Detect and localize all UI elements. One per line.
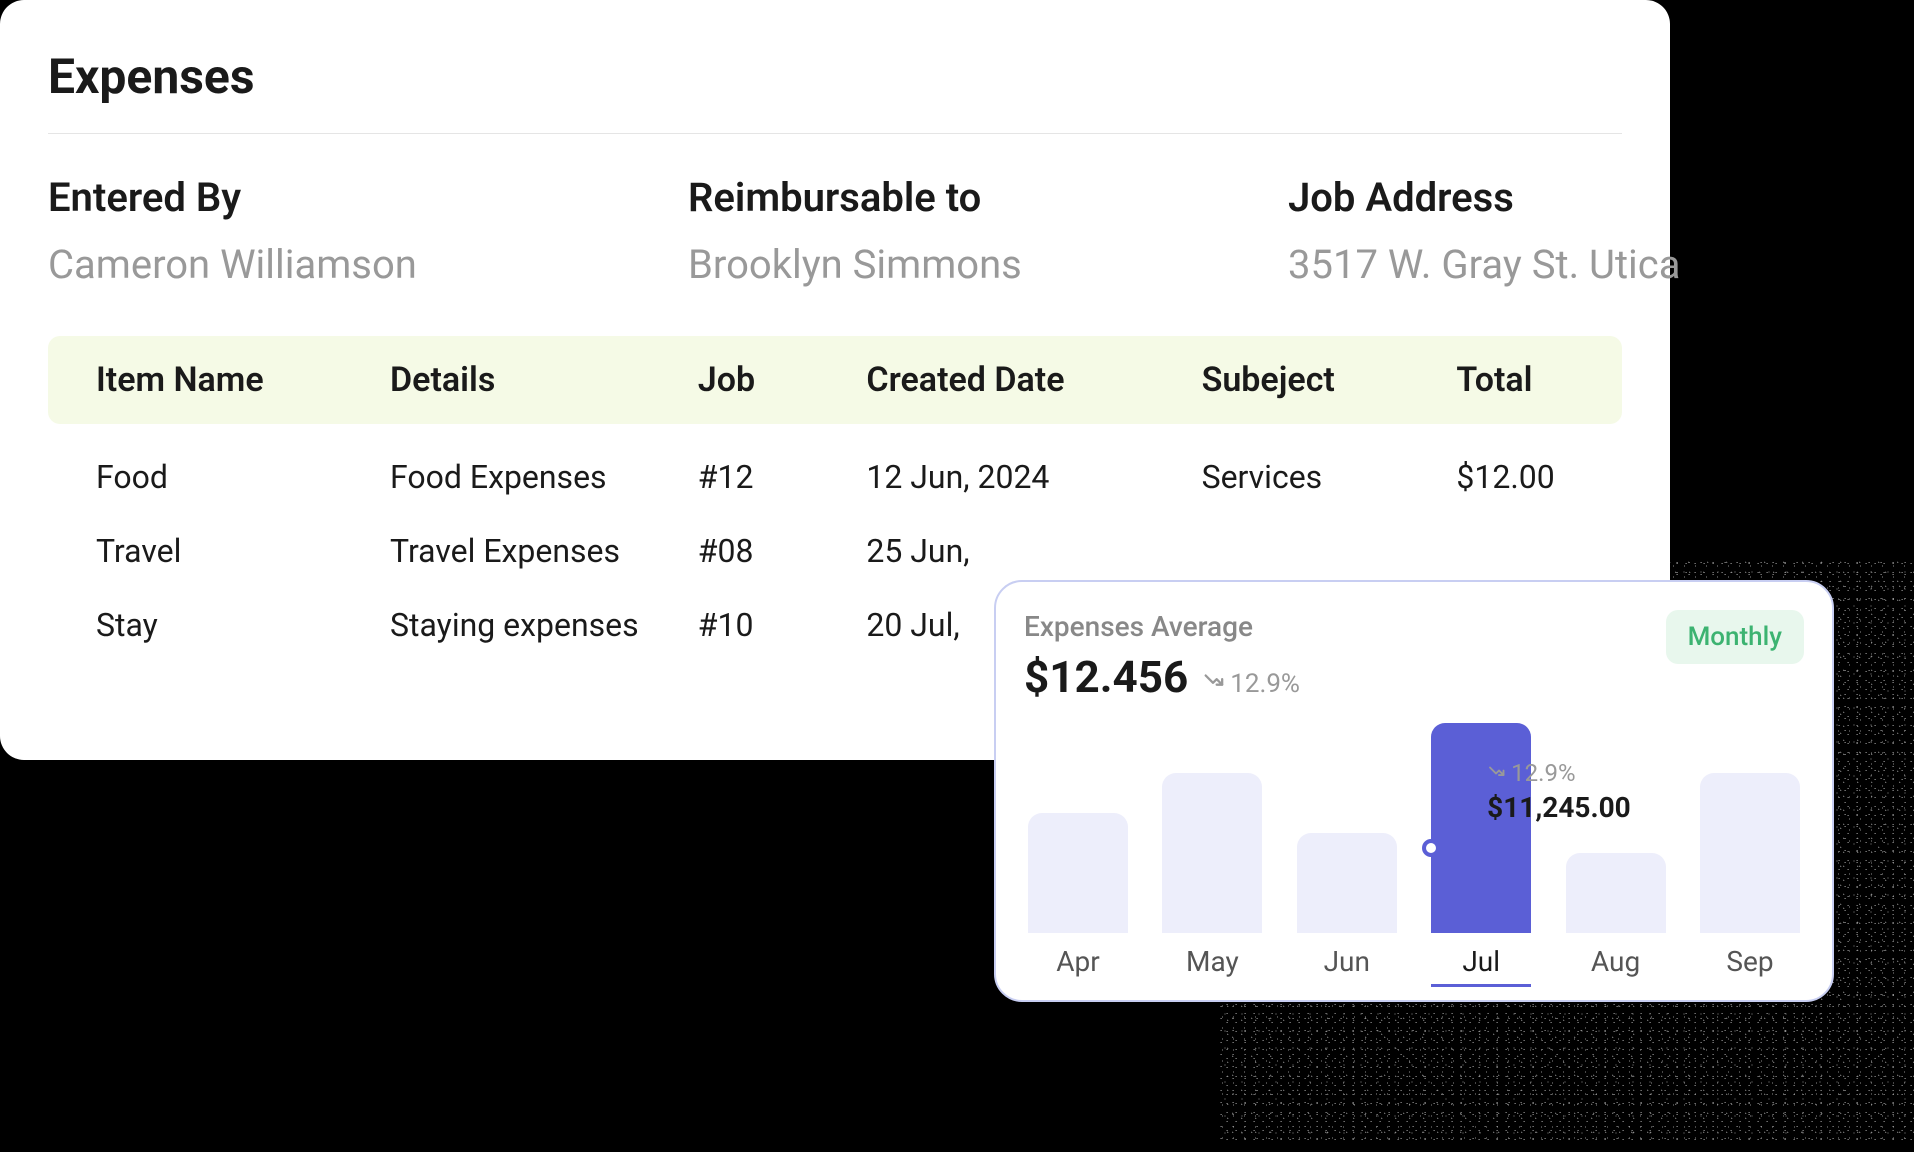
trend-down-icon bbox=[1202, 669, 1224, 699]
chart-label[interactable]: May bbox=[1162, 945, 1262, 987]
bar[interactable] bbox=[1162, 773, 1262, 933]
meta-label: Reimbursable to bbox=[688, 174, 1168, 221]
chart-bar[interactable] bbox=[1028, 813, 1128, 933]
col-header-item[interactable]: Item Name bbox=[96, 360, 390, 400]
cell-item: Stay bbox=[96, 606, 390, 644]
bar-tooltip: 12.9% $11,245.00 bbox=[1487, 759, 1631, 824]
chart-label[interactable]: Aug bbox=[1566, 945, 1666, 987]
tooltip-trend-pct: 12.9% bbox=[1511, 759, 1575, 787]
meta-value: Cameron Williamson bbox=[48, 241, 568, 288]
cell-subject: Services bbox=[1202, 458, 1457, 496]
divider bbox=[48, 133, 1622, 134]
chart-bar[interactable] bbox=[1566, 853, 1666, 933]
col-header-details[interactable]: Details bbox=[390, 360, 698, 400]
cell-job: #12 bbox=[698, 458, 867, 496]
col-header-created[interactable]: Created Date bbox=[866, 360, 1201, 400]
cell-job: #10 bbox=[698, 606, 867, 644]
table-row[interactable]: Food Food Expenses #12 12 Jun, 2024 Serv… bbox=[48, 440, 1622, 514]
cell-details: Travel Expenses bbox=[390, 532, 698, 570]
expenses-average-card: Expenses Average $12.456 12.9% Monthly 1… bbox=[994, 580, 1834, 1002]
cell-total bbox=[1456, 532, 1574, 570]
col-header-subject[interactable]: Subeject bbox=[1202, 360, 1457, 400]
chart-label[interactable]: Sep bbox=[1700, 945, 1800, 987]
chart-label[interactable]: Jun bbox=[1297, 945, 1397, 987]
cell-total: $12.00 bbox=[1456, 458, 1574, 496]
chart-labels: Apr May Jun Jul Aug Sep bbox=[1024, 945, 1804, 987]
meta-label: Job Address bbox=[1288, 174, 1680, 221]
trend-down-icon bbox=[1487, 759, 1505, 787]
meta-value: 3517 W. Gray St. Utica bbox=[1288, 241, 1680, 288]
chart-value: $12.456 bbox=[1024, 651, 1188, 703]
bar[interactable] bbox=[1566, 853, 1666, 933]
meta-entered-by: Entered By Cameron Williamson bbox=[48, 174, 568, 288]
page-title: Expenses bbox=[48, 48, 1622, 105]
col-header-job[interactable]: Job bbox=[698, 360, 867, 400]
meta-value: Brooklyn Simmons bbox=[688, 241, 1168, 288]
cell-job: #08 bbox=[698, 532, 867, 570]
chart-label[interactable]: Jul bbox=[1431, 945, 1531, 987]
bar[interactable] bbox=[1700, 773, 1800, 933]
cell-created: 12 Jun, 2024 bbox=[866, 458, 1201, 496]
bar[interactable] bbox=[1028, 813, 1128, 933]
table-header-row: Item Name Details Job Created Date Subej… bbox=[48, 336, 1622, 424]
chart-bar[interactable] bbox=[1297, 833, 1397, 933]
chart-trend: 12.9% bbox=[1202, 669, 1300, 699]
table-row[interactable]: Travel Travel Expenses #08 25 Jun, bbox=[48, 514, 1622, 588]
meta-reimbursable-to: Reimbursable to Brooklyn Simmons bbox=[688, 174, 1168, 288]
meta-job-address: Job Address 3517 W. Gray St. Utica bbox=[1288, 174, 1680, 288]
chart-bar[interactable]: 12.9%$11,245.00 bbox=[1431, 723, 1531, 933]
cell-subject bbox=[1202, 532, 1457, 570]
period-badge[interactable]: Monthly bbox=[1666, 610, 1804, 664]
chart-trend-pct: 12.9% bbox=[1230, 669, 1300, 699]
col-header-total[interactable]: Total bbox=[1456, 360, 1574, 400]
bar[interactable] bbox=[1431, 723, 1531, 933]
bar[interactable] bbox=[1297, 833, 1397, 933]
chart-bar[interactable] bbox=[1162, 773, 1262, 933]
chart-value-row: $12.456 12.9% bbox=[1024, 651, 1666, 703]
cell-item: Food bbox=[96, 458, 390, 496]
chart-bar[interactable] bbox=[1700, 773, 1800, 933]
cell-created: 25 Jun, bbox=[866, 532, 1201, 570]
chart-header: Expenses Average $12.456 12.9% Monthly bbox=[1024, 610, 1804, 703]
tooltip-trend: 12.9% bbox=[1487, 759, 1631, 787]
meta-row: Entered By Cameron Williamson Reimbursab… bbox=[48, 174, 1622, 288]
chart-label[interactable]: Apr bbox=[1028, 945, 1128, 987]
cell-item: Travel bbox=[96, 532, 390, 570]
meta-label: Entered By bbox=[48, 174, 568, 221]
tooltip-value: $11,245.00 bbox=[1487, 791, 1631, 824]
chart-title: Expenses Average bbox=[1024, 610, 1666, 643]
chart-bars: 12.9% $11,245.00 bbox=[1024, 723, 1804, 933]
cell-details: Food Expenses bbox=[390, 458, 698, 496]
cell-details: Staying expenses bbox=[390, 606, 698, 644]
